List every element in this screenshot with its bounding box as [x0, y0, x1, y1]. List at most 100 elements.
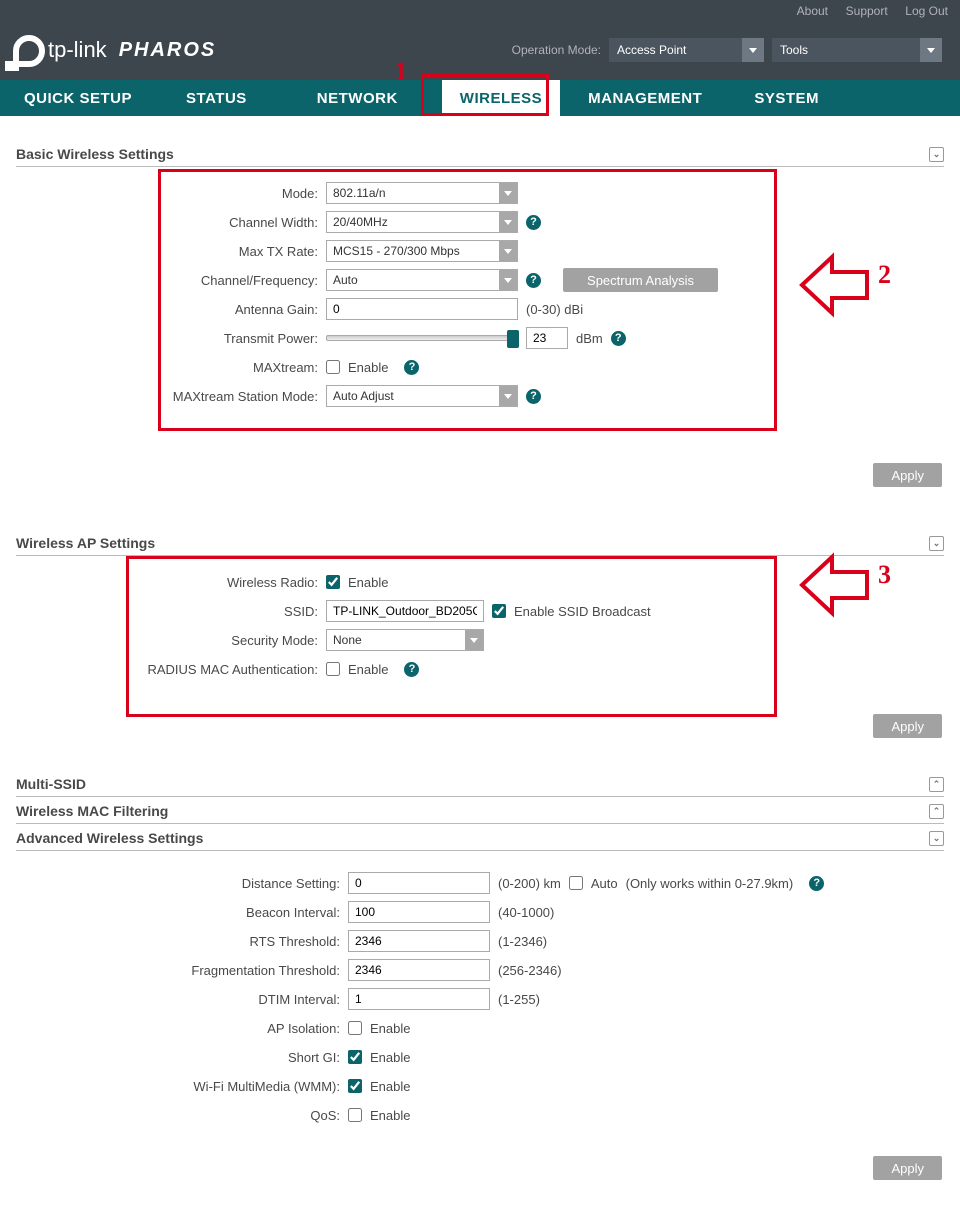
- antenna-gain-input[interactable]: [326, 298, 518, 320]
- chevron-down-icon: [742, 38, 764, 62]
- channel-width-select[interactable]: 20/40MHz: [326, 211, 518, 233]
- help-icon[interactable]: ?: [526, 389, 541, 404]
- wireless-ap-header: Wireless AP Settings ⌄: [16, 535, 944, 556]
- ssid-input[interactable]: [326, 600, 484, 622]
- help-icon[interactable]: ?: [809, 876, 824, 891]
- chevron-down-icon: [499, 183, 517, 203]
- chevron-down-icon: [499, 212, 517, 232]
- nav-network[interactable]: NETWORK: [299, 80, 416, 116]
- multi-ssid-header: Multi-SSID ⌃: [16, 776, 944, 797]
- wireless-radio-label: Wireless Radio:: [16, 575, 326, 590]
- slider-thumb[interactable]: [507, 330, 519, 348]
- maxtream-checkbox[interactable]: [326, 360, 340, 374]
- mac-filter-section: Wireless MAC Filtering ⌃: [16, 803, 944, 824]
- qos-label: QoS:: [16, 1108, 348, 1123]
- security-mode-select[interactable]: None: [326, 629, 484, 651]
- collapse-toggle[interactable]: ⌄: [929, 536, 944, 551]
- tplink-logo: tp-link: [4, 29, 107, 71]
- apply-button[interactable]: Apply: [873, 1156, 942, 1180]
- rts-input[interactable]: [348, 930, 490, 952]
- tools-select[interactable]: Tools: [772, 38, 942, 62]
- distance-input[interactable]: [348, 872, 490, 894]
- maxtream-enable-text: Enable: [348, 360, 388, 375]
- tools-value: Tools: [780, 43, 808, 57]
- beacon-input[interactable]: [348, 901, 490, 923]
- wireless-radio-enable-text: Enable: [348, 575, 388, 590]
- security-mode-label: Security Mode:: [16, 633, 326, 648]
- top-links-bar: About Support Log Out: [0, 0, 960, 20]
- nav-wireless[interactable]: WIRELESS: [442, 80, 560, 116]
- mac-filter-title: Wireless MAC Filtering: [16, 803, 168, 819]
- nav-status[interactable]: STATUS: [168, 80, 265, 116]
- help-icon[interactable]: ?: [526, 273, 541, 288]
- max-tx-rate-label: Max TX Rate:: [16, 244, 326, 259]
- ssid-label: SSID:: [16, 604, 326, 619]
- logo-group: tp-link PHAROS: [0, 29, 216, 71]
- ap-iso-label: AP Isolation:: [16, 1021, 348, 1036]
- basic-wireless-section: Basic Wireless Settings ⌄ Mode: 802.11a/…: [16, 146, 944, 487]
- nav-system[interactable]: SYSTEM: [736, 80, 837, 116]
- dtim-input[interactable]: [348, 988, 490, 1010]
- radius-mac-checkbox[interactable]: [326, 662, 340, 676]
- maxtream-station-label: MAXtream Station Mode:: [16, 389, 326, 404]
- maxtream-station-select[interactable]: Auto Adjust: [326, 385, 518, 407]
- nav-management[interactable]: MANAGEMENT: [570, 80, 720, 116]
- short-gi-enable-text: Enable: [370, 1050, 410, 1065]
- spectrum-analysis-button[interactable]: Spectrum Analysis: [563, 268, 718, 292]
- advanced-wireless-section: Advanced Wireless Settings ⌄ Distance Se…: [16, 830, 944, 1180]
- tplink-logo-icon: [4, 29, 46, 71]
- expand-toggle[interactable]: ⌃: [929, 777, 944, 792]
- mode-select[interactable]: 802.11a/n: [326, 182, 518, 204]
- operation-mode-label: Operation Mode:: [512, 43, 601, 57]
- chevron-down-icon: [499, 241, 517, 261]
- antenna-gain-label: Antenna Gain:: [16, 302, 326, 317]
- help-icon[interactable]: ?: [404, 360, 419, 375]
- distance-label: Distance Setting:: [16, 876, 348, 891]
- wireless-ap-body: Wireless Radio: Enable SSID: Enable SSID…: [16, 556, 944, 706]
- beacon-label: Beacon Interval:: [16, 905, 348, 920]
- nav-quick-setup[interactable]: QUICK SETUP: [6, 80, 150, 116]
- transmit-power-label: Transmit Power:: [16, 331, 326, 346]
- help-icon[interactable]: ?: [611, 331, 626, 346]
- header-controls: Operation Mode: Access Point Tools: [512, 38, 942, 62]
- logout-link[interactable]: Log Out: [905, 4, 948, 18]
- wireless-radio-checkbox[interactable]: [326, 575, 340, 589]
- header-bar: tp-link PHAROS Operation Mode: Access Po…: [0, 20, 960, 80]
- collapse-toggle[interactable]: ⌄: [929, 831, 944, 846]
- short-gi-checkbox[interactable]: [348, 1050, 362, 1064]
- frag-label: Fragmentation Threshold:: [16, 963, 348, 978]
- chevron-down-icon: [499, 270, 517, 290]
- ap-iso-checkbox[interactable]: [348, 1021, 362, 1035]
- operation-mode-select[interactable]: Access Point: [609, 38, 764, 62]
- wmm-checkbox[interactable]: [348, 1079, 362, 1093]
- about-link[interactable]: About: [797, 4, 828, 18]
- distance-hint: (0-200) km: [498, 876, 561, 891]
- distance-auto-text: Auto: [591, 876, 618, 891]
- content-area: Basic Wireless Settings ⌄ Mode: 802.11a/…: [0, 116, 960, 1220]
- chevron-down-icon: [920, 38, 942, 62]
- channel-freq-select[interactable]: Auto: [326, 269, 518, 291]
- maxtream-label: MAXtream:: [16, 360, 326, 375]
- collapse-toggle[interactable]: ⌄: [929, 147, 944, 162]
- multi-ssid-title: Multi-SSID: [16, 776, 86, 792]
- help-icon[interactable]: ?: [526, 215, 541, 230]
- expand-toggle[interactable]: ⌃: [929, 804, 944, 819]
- apply-button[interactable]: Apply: [873, 463, 942, 487]
- qos-checkbox[interactable]: [348, 1108, 362, 1122]
- qos-enable-text: Enable: [370, 1108, 410, 1123]
- channel-width-label: Channel Width:: [16, 215, 326, 230]
- transmit-power-input[interactable]: [526, 327, 568, 349]
- max-tx-rate-select[interactable]: MCS15 - 270/300 Mbps: [326, 240, 518, 262]
- transmit-power-slider[interactable]: [326, 335, 518, 341]
- rts-label: RTS Threshold:: [16, 934, 348, 949]
- support-link[interactable]: Support: [846, 4, 888, 18]
- help-icon[interactable]: ?: [404, 662, 419, 677]
- apply-button[interactable]: Apply: [873, 714, 942, 738]
- frag-input[interactable]: [348, 959, 490, 981]
- distance-note: (Only works within 0-27.9km): [626, 876, 794, 891]
- channel-freq-label: Channel/Frequency:: [16, 273, 326, 288]
- distance-auto-checkbox[interactable]: [569, 876, 583, 890]
- ssid-broadcast-checkbox[interactable]: [492, 604, 506, 618]
- operation-mode-value: Access Point: [617, 43, 686, 57]
- pharos-logo-text: PHAROS: [119, 39, 217, 62]
